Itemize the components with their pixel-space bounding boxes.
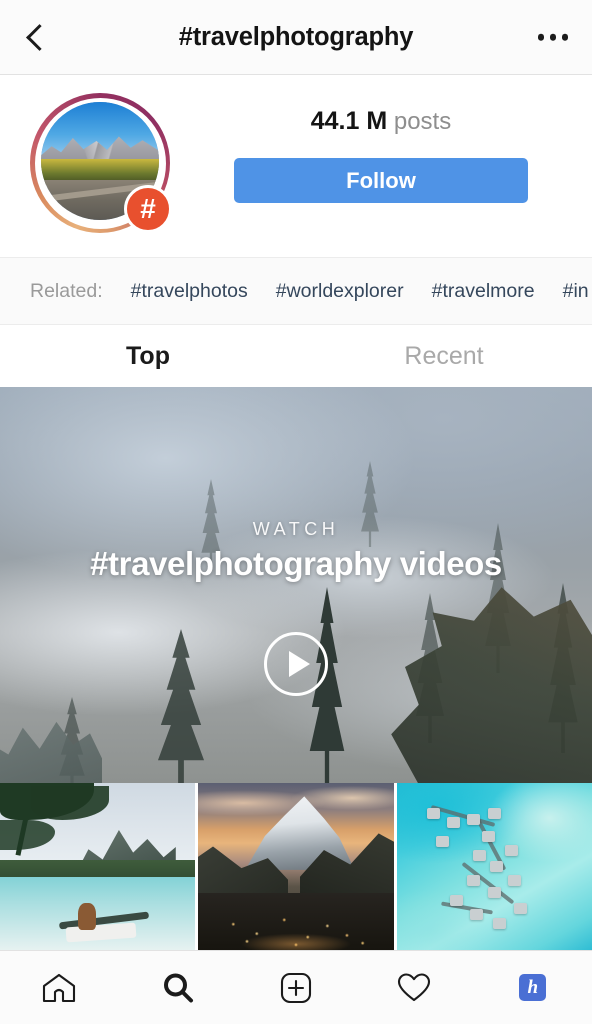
post-grid xyxy=(0,783,592,950)
bungalow-10 xyxy=(487,886,501,898)
hero-caption: WATCH #travelphotography videos xyxy=(0,519,592,583)
profile-avatar-icon: h xyxy=(519,974,547,1001)
tab-top[interactable]: Top xyxy=(0,342,296,371)
tab-recent[interactable]: Recent xyxy=(296,342,592,371)
bungalow-16 xyxy=(435,836,449,848)
hero-title: #travelphotography videos xyxy=(90,545,502,582)
walkway-1 xyxy=(430,804,496,827)
back-button[interactable] xyxy=(14,14,60,60)
bungalow-11 xyxy=(507,875,521,887)
grid-item-0[interactable] xyxy=(0,783,196,950)
bungalow-4 xyxy=(487,808,501,820)
nav-home[interactable] xyxy=(0,951,118,1024)
nav-search[interactable] xyxy=(118,951,236,1024)
village-lights xyxy=(198,906,394,950)
avatar[interactable]: # xyxy=(30,93,172,233)
bungalow-1 xyxy=(426,808,440,820)
bungalow-8 xyxy=(504,844,518,856)
dot-1 xyxy=(537,33,544,41)
content-tabs: Top Recent xyxy=(0,325,592,387)
nav-activity[interactable] xyxy=(355,951,473,1024)
heart-icon xyxy=(398,973,431,1002)
home-icon xyxy=(43,973,76,1002)
top-navigation-bar: #travelphotography xyxy=(0,0,592,75)
grid-item-2[interactable] xyxy=(396,783,592,950)
bungalow-13 xyxy=(470,909,484,921)
bungalow-3 xyxy=(467,813,481,825)
bungalow-5 xyxy=(481,830,495,842)
related-tag-1[interactable]: #worldexplorer xyxy=(276,280,404,303)
nav-add-post[interactable] xyxy=(237,951,355,1024)
post-count-label: posts xyxy=(393,108,452,135)
related-tag-2[interactable]: #travelmore xyxy=(432,280,535,303)
overwater-bungalow-row xyxy=(424,800,569,940)
instagram-hashtag-page: #travelphotography # 44.1 M posts Follow xyxy=(0,0,592,1024)
follow-button[interactable]: Follow xyxy=(234,158,528,203)
grid-item-1[interactable] xyxy=(198,783,394,950)
paddler xyxy=(78,903,96,930)
search-icon xyxy=(163,973,193,1002)
add-post-icon xyxy=(280,972,312,1003)
related-hashtags-bar[interactable]: Related: #travelphotos #worldexplorer #t… xyxy=(0,257,592,325)
play-circle-icon[interactable] xyxy=(264,632,328,696)
related-tag-0[interactable]: #travelphotos xyxy=(131,280,248,303)
bungalow-7 xyxy=(490,861,504,873)
bungalow-14 xyxy=(493,917,507,929)
dot-3 xyxy=(561,33,568,41)
bungalow-6 xyxy=(473,850,487,862)
related-label: Related: xyxy=(30,279,103,302)
post-count: 44.1 M posts xyxy=(311,107,451,136)
watch-label: WATCH xyxy=(252,519,340,539)
bungalow-12 xyxy=(450,895,464,907)
bottom-navigation-bar: h xyxy=(0,950,592,1024)
chevron-left-icon xyxy=(26,23,53,51)
nav-profile[interactable]: h xyxy=(474,951,592,1024)
post-count-value: 44.1 M xyxy=(310,107,388,135)
hero-video-banner[interactable]: WATCH #travelphotography videos xyxy=(0,387,592,783)
bungalow-9 xyxy=(467,875,481,887)
bungalow-2 xyxy=(447,816,461,828)
page-title: #travelphotography xyxy=(178,22,414,51)
related-tag-3[interactable]: #in xyxy=(563,280,589,303)
hashtag-profile-header: # 44.1 M posts Follow xyxy=(0,75,592,257)
dot-2 xyxy=(549,33,556,41)
hashtag-badge-icon: # xyxy=(124,185,172,233)
more-options-icon[interactable] xyxy=(534,24,573,51)
bungalow-15 xyxy=(513,903,527,915)
profile-info: 44.1 M posts Follow xyxy=(170,93,592,203)
